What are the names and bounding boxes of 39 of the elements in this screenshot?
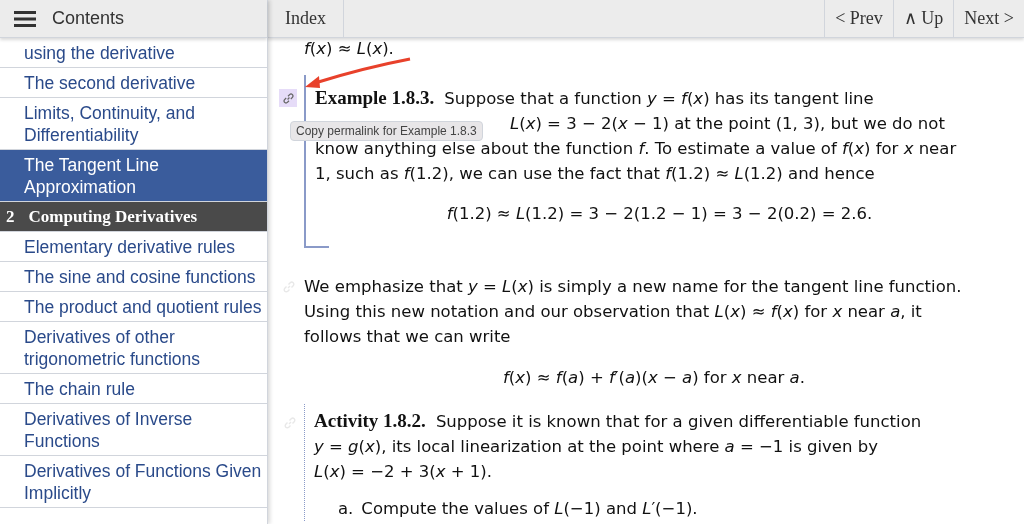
list-marker: a. [338, 498, 354, 520]
toc-link[interactable]: Elementary derivative rules [0, 232, 267, 262]
toc-link[interactable]: using the derivative [0, 38, 267, 68]
toc-link[interactable]: The chain rule [0, 374, 267, 404]
menu-icon [14, 10, 36, 27]
equation: f(x) ≈ L(x). [304, 39, 394, 58]
text-line: Suppose it is known that for a given differentiable function [435, 411, 922, 433]
text-line: follows that we can write [304, 326, 512, 348]
text-line: L(x) = −2 + 3(x + 1). [314, 461, 493, 483]
nav-button[interactable]: Next > [953, 0, 1024, 37]
text-line: 1, such as f(1.2), we can use the fact that f(1.2) ≈ L(1.2) and hence [315, 163, 876, 185]
toc-link[interactable]: The product and quotient rules [0, 292, 267, 322]
chapter-link[interactable]: 2 Computing Derivatives [0, 202, 267, 232]
link-button[interactable] [279, 89, 297, 107]
text-line: y = g(x), its local linearization at the point where a = −1 is given by [314, 436, 879, 458]
equation: f(1.2) ≈ L(1.2) = 3 − 2(1.2 − 1) = 3 − 2(0.2) = 2.6. [446, 203, 873, 225]
index-button[interactable]: Index [268, 0, 344, 37]
block-heading: Example 1.8.3. [315, 86, 435, 110]
chapter-number: 2 [6, 205, 15, 228]
equation: f(x) ≈ f(a) + f′(a)(x − a) for x near a. [503, 367, 805, 389]
toc-link[interactable]: The Tangent Line Approximation [0, 150, 267, 202]
toc-link[interactable]: Derivatives of other trigonometric functions [0, 322, 267, 374]
text-line: L(x) = 3 − 2(x − 1) at the point (1, 3), but we do not [510, 113, 945, 135]
nav-button[interactable]: < Prev [824, 0, 893, 37]
text-line: We emphasize that y = L(x) is simply a new name for the tangent line function. [304, 276, 963, 298]
text-line: know anything else about the function f. To estimate a value of f(x) for x near [315, 138, 958, 160]
list-item-text: Compute the values of L(−1) and L′(−1). [361, 498, 698, 520]
text-line: Using this new notation and our observation that L(x) ≈ f(x) for x near a, it [304, 301, 923, 323]
block-heading: Activity 1.8.2. [314, 409, 426, 433]
toc-link[interactable]: The second derivative [0, 68, 267, 98]
toc-link[interactable]: The sine and cosine functions [0, 262, 267, 292]
nav-button[interactable]: ∧ Up [892, 0, 954, 37]
text-line: Suppose that a function y = f(x) has its tangent line [444, 88, 874, 110]
link-icon [281, 91, 295, 105]
toc-link[interactable]: Derivatives of Inverse Functions [0, 404, 267, 456]
tooltip: Copy permalink for Example 1.8.3 [290, 121, 483, 141]
toc-link[interactable]: Derivatives of Functions Given Implicitly [0, 456, 267, 508]
chapter-title: Computing Derivatives [28, 205, 198, 228]
contents-button[interactable]: Contents [0, 0, 267, 38]
